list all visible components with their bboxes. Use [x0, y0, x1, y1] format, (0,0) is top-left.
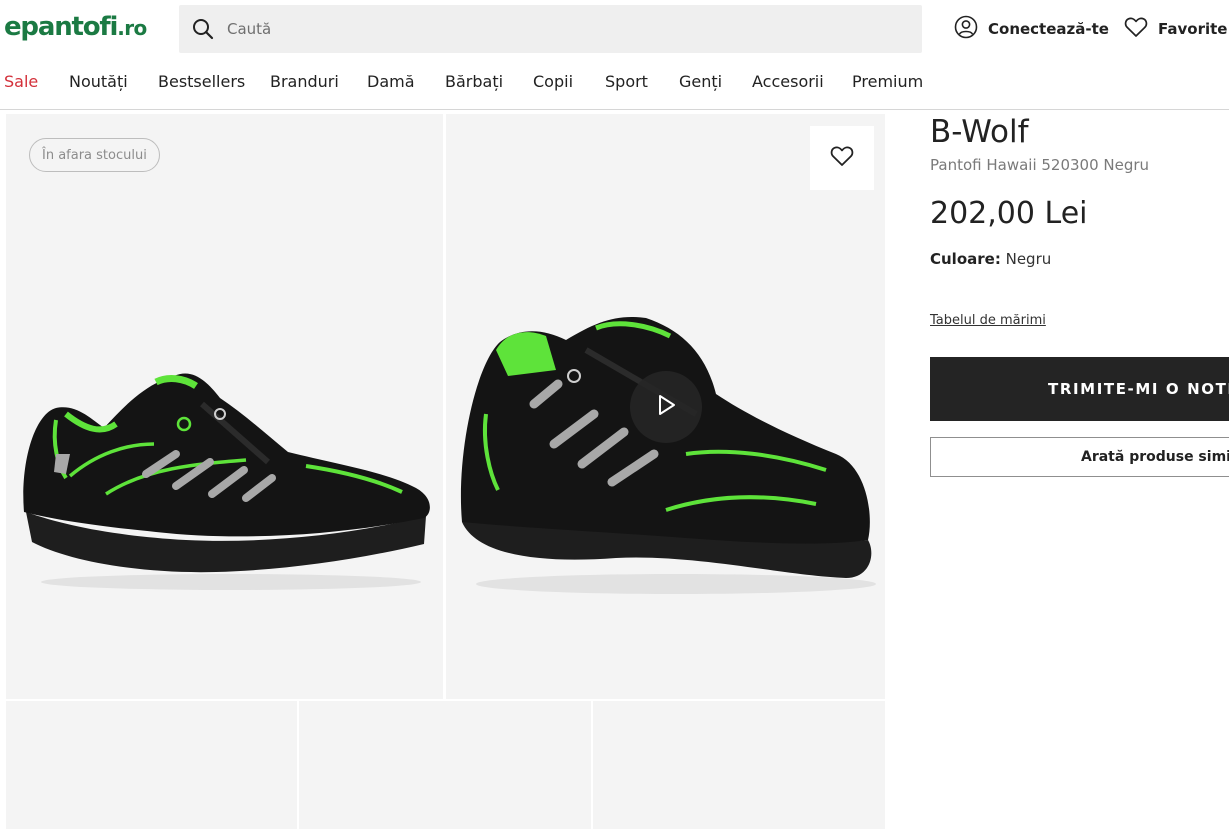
heart-icon — [830, 145, 854, 171]
site-logo[interactable]: epantofi.ro — [4, 12, 147, 42]
product-brand[interactable]: B-Wolf — [930, 114, 1029, 150]
wishlist-button[interactable] — [810, 126, 874, 190]
favorites-link[interactable]: Favorite — [1124, 14, 1227, 44]
nav-item-genti[interactable]: Genți — [679, 72, 722, 91]
user-icon — [954, 15, 978, 43]
heart-icon — [1124, 16, 1148, 42]
color-label: Culoare: — [930, 250, 1001, 268]
search-icon[interactable] — [179, 5, 227, 53]
notify-me-button[interactable]: TRIMITE-MI O NOTIFICARE — [930, 357, 1229, 421]
product-name: Pantofi Hawaii 520300 Negru — [930, 156, 1150, 174]
favorites-label: Favorite — [1158, 20, 1228, 38]
product-price: 202,00 Lei — [930, 196, 1088, 231]
size-table-link[interactable]: Tabelul de mărimi — [930, 313, 1046, 328]
nav-item-copii[interactable]: Copii — [533, 72, 573, 91]
nav-item-dama[interactable]: Damă — [367, 72, 415, 91]
nav-item-sale[interactable]: Sale — [4, 72, 38, 91]
nav-item-noutati[interactable]: Noutăți — [69, 72, 128, 91]
nav-item-sport[interactable]: Sport — [605, 72, 648, 91]
notify-me-label: TRIMITE-MI O NOTIFICARE — [1048, 380, 1229, 398]
login-link[interactable]: Conectează-te — [954, 14, 1109, 44]
color-info: Culoare: Negru — [930, 250, 1051, 268]
search-bar[interactable] — [179, 5, 922, 53]
logo-text: epantofi — [4, 12, 118, 42]
similar-products-button[interactable]: Arată produse similare — [930, 437, 1229, 477]
shoe-side-image — [23, 373, 430, 590]
product-thumbnail-2[interactable] — [299, 701, 591, 829]
login-label: Conectează-te — [988, 20, 1109, 38]
nav-item-accesorii[interactable]: Accesorii — [752, 72, 824, 91]
nav-item-branduri[interactable]: Branduri — [270, 72, 339, 91]
similar-products-label: Arată produse similare — [1081, 449, 1229, 465]
logo-tld: .ro — [117, 16, 147, 40]
product-image-2[interactable] — [446, 114, 885, 699]
nav-item-barbati[interactable]: Bărbați — [445, 72, 503, 91]
color-value: Negru — [1005, 250, 1052, 268]
nav-item-premium[interactable]: Premium — [852, 72, 923, 91]
search-input[interactable] — [227, 9, 887, 49]
product-thumbnail-3[interactable] — [593, 701, 885, 829]
product-thumbnail-1[interactable] — [6, 701, 297, 829]
play-video-button[interactable] — [630, 371, 702, 443]
play-icon — [655, 393, 677, 421]
nav-item-bestsellers[interactable]: Bestsellers — [158, 72, 245, 91]
main-nav: Sale Noutăți Bestsellers Branduri Damă B… — [0, 64, 1229, 110]
product-image-1[interactable]: În afara stocului — [6, 114, 443, 699]
